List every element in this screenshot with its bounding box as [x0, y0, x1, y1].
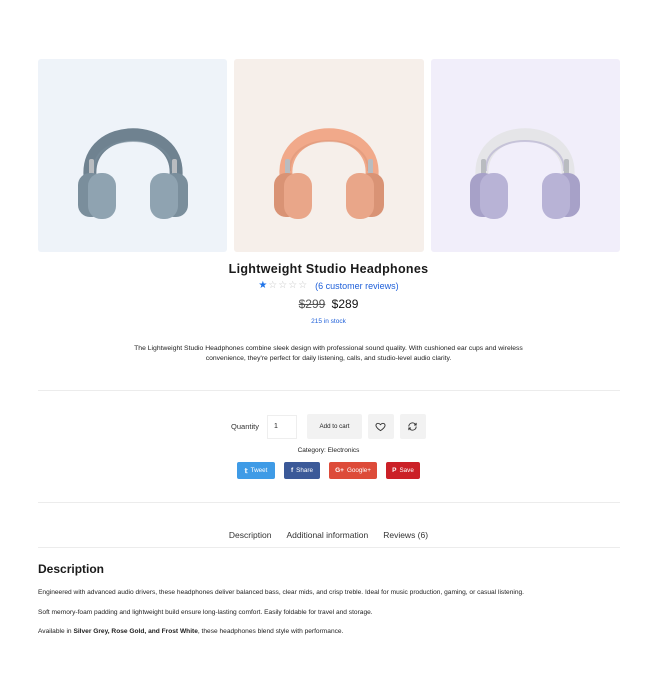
pinterest-save-button[interactable]: P Save [386, 462, 420, 479]
gallery-image-frost-white[interactable] [430, 59, 620, 252]
quantity-input[interactable] [266, 414, 297, 439]
google-plus-button[interactable]: G+ Google+ [329, 462, 377, 479]
tweet-label: Tweet [250, 467, 268, 474]
star-icon: ☆ [288, 280, 298, 291]
star-icon: ☆ [278, 280, 288, 291]
stock-status: 215 in stock [311, 318, 346, 325]
current-price: $289 [331, 297, 359, 311]
availability-colors: Silver Grey, Rose Gold, and Frost White [73, 628, 198, 635]
tab-reviews[interactable]: Reviews (6) [383, 530, 428, 540]
save-label: Save [399, 467, 414, 474]
product-price: $299 $289 [0, 297, 657, 311]
google-plus-label: Google+ [346, 467, 371, 474]
share-label: Share [296, 467, 313, 474]
add-to-cart-button[interactable]: Add to cart [306, 414, 362, 439]
product-category: Category: Electronics [297, 447, 360, 454]
description-paragraph: Engineered with advanced audio drivers, … [38, 589, 525, 596]
refresh-icon [408, 422, 418, 431]
star-icon: ★ [258, 280, 268, 291]
gallery-image-silver-grey[interactable] [38, 59, 228, 252]
description-paragraph: Soft memory-foam padding and lightweight… [38, 609, 373, 616]
description-heading: Description [38, 562, 105, 576]
add-to-cart-row: Quantity Add to cart [0, 414, 657, 439]
headphones-image [77, 127, 188, 219]
wishlist-button[interactable] [367, 414, 394, 439]
facebook-share-button[interactable]: f Share [284, 462, 320, 479]
product-title: Lightweight Studio Headphones [228, 262, 429, 276]
tweet-button[interactable]: 𝕥 Tweet [237, 462, 275, 479]
headphones-image [273, 127, 384, 219]
social-share-row: 𝕥 Tweet f Share G+ Google+ P Save [0, 462, 657, 479]
divider [38, 502, 620, 503]
google-plus-icon: G+ [335, 467, 344, 474]
availability-prefix: Available in [38, 628, 74, 635]
divider [38, 390, 620, 391]
gallery-image-rose-gold[interactable] [234, 59, 424, 252]
tab-description[interactable]: Description [229, 530, 272, 540]
tabs-divider [38, 547, 620, 548]
star-icon: ☆ [268, 280, 278, 291]
description-paragraph: Available in Silver Grey, Rose Gold, and… [38, 628, 620, 635]
product-gallery [38, 59, 620, 252]
compare-button[interactable] [399, 414, 426, 439]
twitter-icon: 𝕥 [244, 467, 248, 475]
star-icon: ☆ [298, 280, 308, 291]
product-tabs: Description Additional information Revie… [0, 530, 657, 540]
tab-additional-information[interactable]: Additional information [286, 530, 368, 540]
headphones-image [470, 127, 581, 219]
old-price: $299 [298, 297, 326, 311]
star-rating: ★ ☆ ☆ ☆ ☆ [258, 281, 307, 291]
availability-suffix: , these headphones blend style with perf… [197, 628, 344, 635]
product-rating: ★ ☆ ☆ ☆ ☆ (6 customer reviews) [0, 281, 657, 292]
customer-reviews-link[interactable]: (6 customer reviews) [315, 281, 399, 291]
pinterest-icon: P [392, 467, 397, 474]
short-description: The Lightweight Studio Headphones combin… [134, 345, 523, 362]
quantity-label: Quantity [231, 422, 259, 431]
heart-icon [375, 422, 386, 432]
facebook-icon: f [291, 467, 294, 474]
